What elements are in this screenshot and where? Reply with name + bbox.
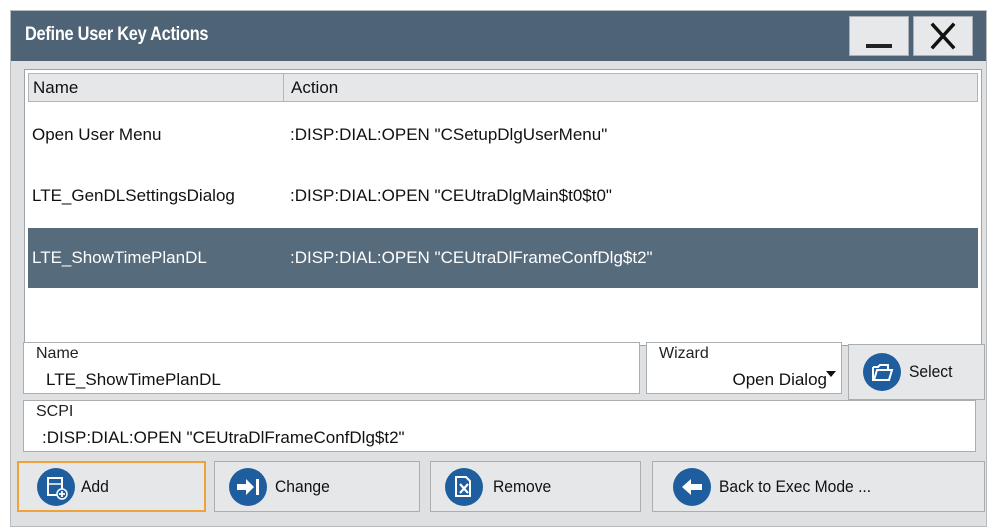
change-button-label: Change <box>275 477 330 496</box>
scpi-value: :DISP:DIAL:OPEN "CEUtraDlFrameConfDlg$t2… <box>42 428 405 447</box>
remove-button-label: Remove <box>493 477 552 496</box>
wizard-value: Open Dialog <box>732 370 827 389</box>
row-action-cell: :DISP:DIAL:OPEN "CSetupDlgUserMenu" <box>290 125 608 144</box>
close-icon <box>930 22 956 50</box>
remove-button[interactable]: Remove <box>430 461 641 512</box>
select-button-label: Select <box>909 362 953 381</box>
change-button[interactable]: Change <box>214 461 420 512</box>
folder-open-icon <box>863 353 901 391</box>
row-name-cell: LTE_GenDLSettingsDialog <box>32 186 235 205</box>
name-field-value: LTE_ShowTimePlanDL <box>46 370 221 389</box>
scpi-field[interactable]: SCPI :DISP:DIAL:OPEN "CEUtraDlFrameConfD… <box>23 400 976 452</box>
dropdown-arrow-icon <box>826 371 836 377</box>
select-button[interactable]: Select <box>848 344 985 400</box>
close-button[interactable] <box>913 16 973 56</box>
name-field[interactable]: Name LTE_ShowTimePlanDL <box>23 342 640 394</box>
user-key-actions-table: Name Action Open User Menu :DISP:DIAL:OP… <box>24 69 982 346</box>
name-field-label: Name <box>36 345 79 362</box>
back-to-exec-mode-button[interactable]: Back to Exec Mode ... <box>652 461 985 512</box>
back-button-label: Back to Exec Mode ... <box>719 477 872 496</box>
add-button[interactable]: Add <box>17 461 206 512</box>
table-row-selected[interactable]: LTE_ShowTimePlanDL :DISP:DIAL:OPEN "CEUt… <box>28 228 978 288</box>
scpi-label: SCPI <box>36 403 74 420</box>
table-row[interactable]: Open User Menu :DISP:DIAL:OPEN "CSetupDl… <box>28 105 978 165</box>
column-header-name[interactable]: Name <box>33 74 78 101</box>
add-button-label: Add <box>81 477 109 496</box>
wizard-dropdown[interactable]: Wizard Open Dialog <box>646 342 842 394</box>
wizard-label: Wizard <box>659 345 709 362</box>
minimize-button[interactable] <box>849 16 909 56</box>
column-separator <box>283 74 284 101</box>
minimize-icon <box>866 44 892 48</box>
dialog-title: Define User Key Actions <box>25 24 209 45</box>
title-bar: Define User Key Actions <box>11 11 986 61</box>
row-action-cell: :DISP:DIAL:OPEN "CEUtraDlFrameConfDlg$t2… <box>290 248 653 267</box>
table-row[interactable]: LTE_GenDLSettingsDialog :DISP:DIAL:OPEN … <box>28 166 978 226</box>
row-name-cell: Open User Menu <box>32 125 162 144</box>
arrow-right-bar-icon <box>229 468 267 506</box>
row-name-cell: LTE_ShowTimePlanDL <box>32 248 207 267</box>
add-document-icon <box>37 468 75 506</box>
table-header: Name Action <box>28 73 978 102</box>
row-action-cell: :DISP:DIAL:OPEN "CEUtraDlgMain$t0$t0" <box>290 186 612 205</box>
arrow-left-icon <box>673 468 711 506</box>
column-header-action[interactable]: Action <box>291 74 338 101</box>
delete-document-icon <box>445 468 483 506</box>
